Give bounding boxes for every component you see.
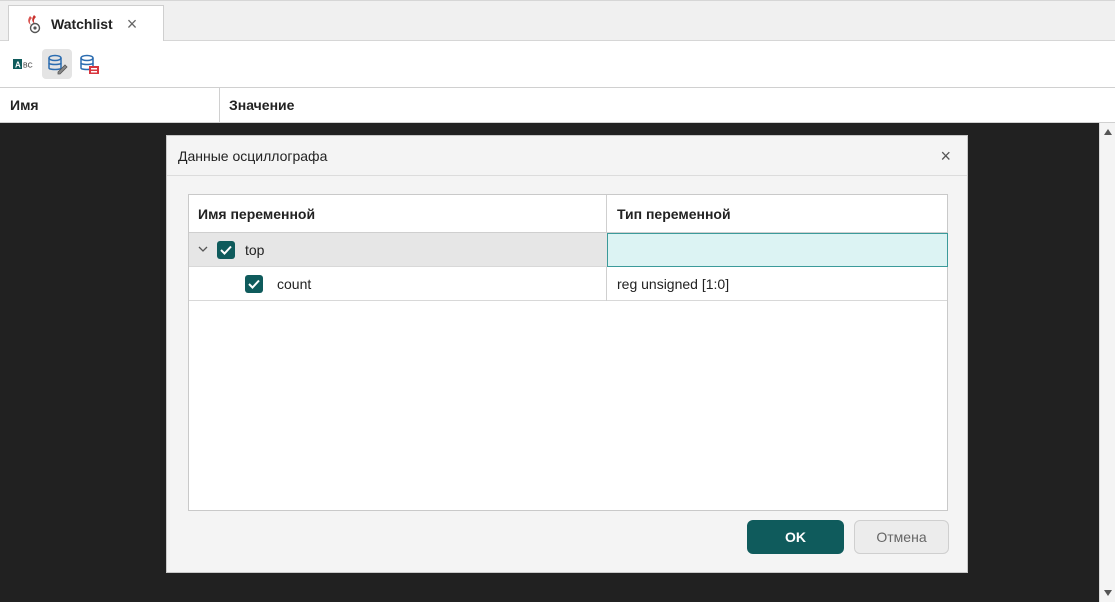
checkbox-count[interactable] (245, 275, 263, 293)
oscilloscope-data-dialog: Данные осциллографа × Имя переменной Тип… (166, 135, 968, 573)
tree-header: Имя переменной Тип переменной (189, 195, 947, 233)
tab-bar: Watchlist × (0, 0, 1115, 42)
variables-tree-table: Имя переменной Тип переменной top count … (188, 194, 948, 511)
tree-row-top[interactable]: top (189, 233, 948, 267)
column-divider (606, 267, 607, 301)
svg-text:A: A (15, 61, 21, 70)
scroll-down-icon[interactable] (1104, 590, 1112, 596)
selected-type-cell[interactable] (607, 233, 948, 267)
database-pdf-button[interactable] (74, 49, 104, 79)
abc-text-icon: A BC (13, 59, 33, 70)
dialog-title-bar: Данные осциллографа × (167, 136, 967, 176)
tab-watchlist[interactable]: Watchlist × (8, 5, 164, 42)
column-divider[interactable] (606, 195, 607, 233)
column-header-value[interactable]: Значение (229, 88, 294, 122)
chevron-down-icon[interactable] (197, 243, 209, 255)
watchlist-column-header: Имя Значение (0, 87, 1115, 123)
dialog-title: Данные осциллографа (178, 148, 328, 164)
row-variable-name: top (245, 242, 265, 258)
tab-label: Watchlist (51, 16, 113, 32)
abc-text-button[interactable]: A BC (10, 49, 40, 79)
checkmark-icon (248, 279, 260, 289)
column-header-name[interactable]: Имя (10, 88, 39, 122)
database-edit-button[interactable] (42, 49, 72, 79)
column-divider[interactable] (219, 88, 220, 122)
scroll-up-icon[interactable] (1104, 129, 1112, 135)
close-icon[interactable]: × (127, 15, 138, 33)
tree-row-count[interactable]: count reg unsigned [1:0] (189, 267, 947, 301)
row-variable-name: count (277, 276, 312, 292)
cancel-button[interactable]: Отмена (854, 520, 949, 554)
database-edit-icon (48, 54, 68, 75)
toolbar: A BC (0, 41, 1115, 87)
close-icon[interactable]: × (940, 136, 951, 176)
svg-text:BC: BC (23, 63, 33, 70)
checkbox-top[interactable] (217, 241, 235, 259)
header-variable-type[interactable]: Тип переменной (617, 195, 731, 233)
row-variable-type: reg unsigned [1:0] (617, 276, 730, 292)
ok-button[interactable]: OK (747, 520, 844, 554)
vertical-scrollbar[interactable] (1099, 123, 1115, 602)
header-variable-name[interactable]: Имя переменной (198, 195, 315, 233)
database-pdf-icon (80, 54, 99, 74)
checkmark-icon (220, 245, 232, 255)
watchlist-flame-icon (28, 15, 41, 34)
